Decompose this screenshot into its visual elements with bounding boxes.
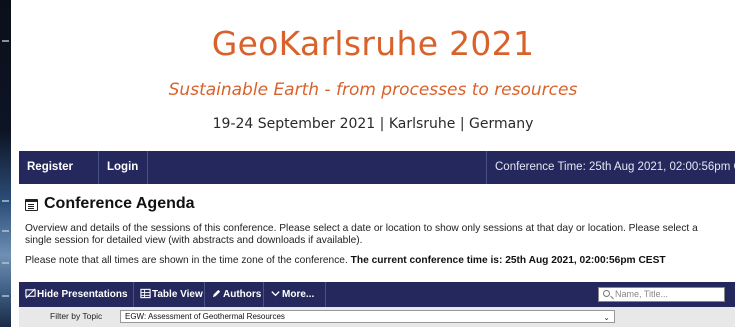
agenda-toolbar: Hide Presentations Table View Authors Mo… [19, 282, 735, 307]
filter-by-topic-label: Filter by Topic [50, 311, 103, 321]
search-input[interactable]: Name, Title... [598, 287, 725, 302]
current-time-note: The current conference time is: 25th Aug… [350, 255, 666, 266]
authors-button[interactable]: Authors [205, 282, 264, 307]
conference-subtitle: Sustainable Earth - from processes to re… [168, 80, 578, 100]
conference-time: Conference Time: 25th Aug 2021, 02:00:56… [486, 151, 735, 184]
more-button[interactable]: More... [264, 282, 326, 307]
topic-filter-bar: Filter by Topic EGW: Assessment of Geoth… [19, 307, 735, 327]
timezone-note-text: Please note that all times are shown in … [25, 255, 348, 266]
page-title: Conference Agenda [44, 195, 195, 212]
hide-presentations-label: Hide Presentations [37, 289, 128, 300]
agenda-description: Overview and details of the sessions of … [25, 223, 698, 246]
conference-header: GeoKarlsruhe 2021 Sustainable Earth - fr… [11, 0, 735, 150]
login-button[interactable]: Login [99, 151, 148, 184]
hide-presentations-button[interactable]: Hide Presentations [19, 282, 134, 307]
table-view-button[interactable]: Table View [134, 282, 205, 307]
register-new-button[interactable]: Register New [19, 151, 99, 206]
more-label: More... [282, 289, 315, 300]
table-icon [140, 288, 151, 299]
conference-dates: 19-24 September 2021 | Karlsruhe | Germa… [212, 116, 534, 132]
table-view-label: Table View [152, 289, 203, 300]
chevron-down-icon [271, 291, 280, 297]
left-decorative-strip [0, 0, 11, 327]
pen-icon [212, 289, 221, 298]
chevron-down-icon: ⌄ [603, 313, 610, 322]
hide-presentations-icon [25, 288, 36, 299]
search-icon [603, 290, 610, 297]
timezone-note: Please note that all times are shown in … [25, 255, 730, 266]
topic-filter-select[interactable]: EGW: Assessment of Geothermal Resources … [120, 310, 615, 323]
search-placeholder: Name, Title... [615, 289, 669, 299]
top-navbar: Register New Login Conference Time: 25th… [19, 151, 735, 206]
authors-label: Authors [223, 289, 262, 300]
topic-filter-value: EGW: Assessment of Geothermal Resources [125, 312, 285, 321]
conference-title: GeoKarlsruhe 2021 [211, 24, 535, 63]
calendar-icon [25, 199, 38, 211]
